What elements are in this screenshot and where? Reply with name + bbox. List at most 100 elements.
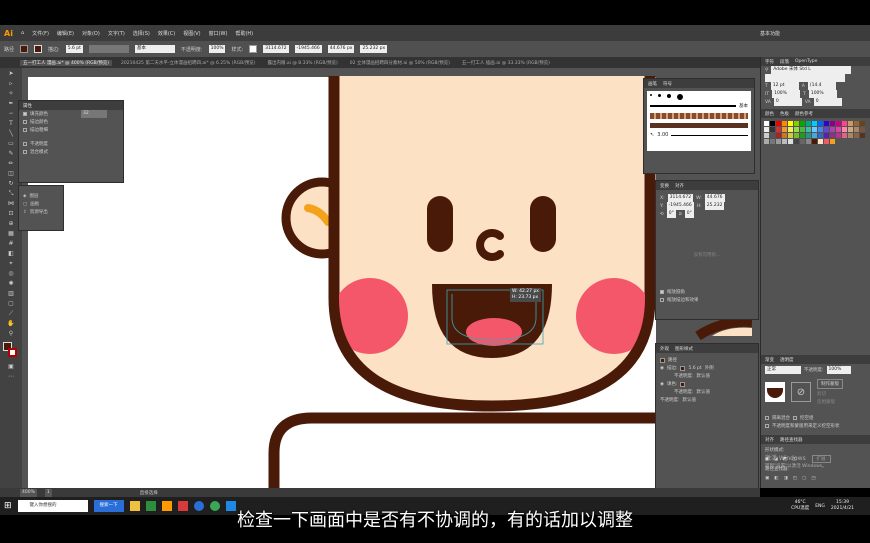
checkbox[interactable]	[23, 150, 27, 154]
color-swatch[interactable]	[800, 139, 805, 144]
color-swatch[interactable]	[782, 133, 787, 138]
brush-swatch[interactable]	[667, 94, 671, 98]
gradient-tool-icon[interactable]: ◧	[3, 249, 19, 258]
menu-item-view[interactable]: 视图(V)	[183, 30, 200, 37]
rotate-field[interactable]: 0°	[666, 210, 676, 218]
minus-back-icon[interactable]: ◳	[811, 476, 815, 481]
menu-item-edit[interactable]: 编辑(E)	[57, 30, 74, 37]
rotate-tool-icon[interactable]: ↻	[3, 179, 19, 188]
width-field[interactable]: 44.676 px	[327, 45, 355, 53]
invert-mask-label[interactable]: 反相蒙版	[817, 399, 843, 405]
no-mask-icon[interactable]: ⊘	[791, 382, 811, 402]
color-swatch[interactable]	[830, 127, 835, 132]
color-swatch[interactable]	[776, 121, 781, 126]
tab-transparency[interactable]: 透明度	[780, 357, 794, 363]
clip-checkbox-label[interactable]: 剪切	[817, 391, 843, 397]
transparency-opacity-field[interactable]: 100%	[826, 366, 851, 374]
blend-tool-icon[interactable]: ◎	[3, 269, 19, 278]
tab-color-guide[interactable]: 颜色参考	[795, 111, 813, 117]
checkbox[interactable]	[793, 416, 797, 420]
color-swatch[interactable]	[764, 127, 769, 132]
make-mask-button[interactable]: 制作蒙版	[817, 379, 843, 389]
checkbox[interactable]	[660, 298, 664, 302]
color-swatch[interactable]	[818, 139, 823, 144]
tab-graphic-styles[interactable]: 图形样式	[675, 346, 693, 352]
menu-item-select[interactable]: 选择(S)	[133, 30, 150, 37]
color-swatch[interactable]	[860, 121, 865, 126]
horizontal-scale-field[interactable]: 100%	[808, 90, 837, 98]
scale-strokes-row[interactable]: 缩放描边和效果	[656, 296, 758, 304]
menu-item-object[interactable]: 对象(O)	[82, 30, 100, 37]
tab-transform[interactable]: 变换	[660, 183, 669, 189]
home-icon[interactable]: ⌂	[21, 30, 24, 36]
transform-h-field[interactable]: 25.232	[704, 202, 725, 210]
graph-tool-icon[interactable]: ▥	[3, 289, 19, 298]
rectangle-tool-icon[interactable]: ▭	[3, 139, 19, 148]
edit-toolbar-icon[interactable]: ⋯	[3, 372, 19, 381]
visibility-eye-icon[interactable]: ◉	[660, 382, 664, 387]
zoom-level-field[interactable]: 400%	[20, 488, 37, 497]
color-swatch[interactable]	[794, 139, 799, 144]
opacity-field[interactable]: 100%	[208, 45, 226, 53]
tab-character[interactable]: 字符	[765, 59, 774, 65]
outline-icon[interactable]: ▢	[802, 476, 806, 481]
brush-library[interactable]: 基本 ➷ 3.00	[647, 91, 751, 151]
artboard-tool-icon[interactable]: ▢	[3, 299, 19, 308]
scale-tool-icon[interactable]: ⤡	[3, 189, 19, 198]
menu-item-file[interactable]: 文件(F)	[32, 30, 49, 37]
color-swatch[interactable]	[788, 139, 793, 144]
width-tool-icon[interactable]: ⋈	[3, 199, 19, 208]
brush-swatch[interactable]	[658, 94, 661, 97]
color-swatch[interactable]	[794, 133, 799, 138]
object-thumbnail[interactable]	[765, 382, 785, 402]
x-field[interactable]: 3114.672	[263, 45, 289, 53]
tab-paragraph[interactable]: 段落	[780, 59, 789, 65]
color-swatch[interactable]	[818, 121, 823, 126]
color-swatch[interactable]	[782, 121, 787, 126]
appearance-fill-row[interactable]: ◉ 填色:	[656, 380, 758, 388]
color-swatch[interactable]	[830, 133, 835, 138]
right-eye[interactable]	[530, 196, 556, 252]
color-swatch[interactable]	[764, 133, 769, 138]
swatch-grid[interactable]	[764, 121, 867, 144]
paintbrush-tool-icon[interactable]: ✎	[3, 149, 19, 158]
tongue[interactable]	[466, 318, 522, 346]
variable-width-field[interactable]	[88, 45, 129, 53]
prop-value-field[interactable]: 32	[81, 110, 107, 118]
pencil-tool-icon[interactable]: ✏	[3, 159, 19, 168]
checkbox[interactable]	[660, 290, 664, 294]
zoom-tool-icon[interactable]: ⚲	[3, 329, 19, 338]
screen-mode-icon[interactable]: ▣	[3, 362, 19, 371]
curvature-tool-icon[interactable]: ∽	[3, 109, 19, 118]
brush-definition-field[interactable]: 基本	[134, 45, 175, 53]
basic-brush-row[interactable]: 基本	[647, 103, 751, 109]
tab-document-5[interactable]: 五一打工人 插画.ai @ 33.33% (RGB/预览)	[459, 60, 553, 66]
color-swatch[interactable]	[806, 127, 811, 132]
color-swatch[interactable]	[776, 133, 781, 138]
color-swatch[interactable]	[842, 133, 847, 138]
prop-row-stroke[interactable]: 描边颜色	[19, 118, 123, 126]
pen-tool-icon[interactable]: ✒	[3, 99, 19, 108]
eraser-tool-icon[interactable]: ◫	[3, 169, 19, 178]
color-swatch[interactable]	[776, 127, 781, 132]
left-eye[interactable]	[427, 196, 453, 252]
color-swatch[interactable]	[854, 133, 859, 138]
color-swatch[interactable]	[848, 121, 853, 126]
color-swatch[interactable]	[812, 121, 817, 126]
color-swatch[interactable]	[782, 139, 787, 144]
color-swatch[interactable]	[860, 133, 865, 138]
color-swatch[interactable]	[806, 121, 811, 126]
appearance-stroke-row[interactable]: ◉ 描边: 5.6 pt 外侧	[656, 364, 758, 372]
y-field[interactable]: -1945.466	[294, 45, 322, 53]
tab-gradient[interactable]: 渐变	[765, 357, 774, 363]
checkbox[interactable]	[23, 142, 27, 146]
prop-row-stroke-weight[interactable]: 描边粗细	[19, 126, 123, 134]
visibility-eye-icon[interactable]: ◉	[660, 366, 664, 371]
brush-swatch[interactable]	[650, 94, 652, 96]
color-swatch[interactable]	[836, 121, 841, 126]
color-swatch[interactable]	[824, 127, 829, 132]
swatches-grid[interactable]	[761, 118, 870, 147]
color-swatch[interactable]	[830, 139, 835, 144]
checkbox[interactable]	[765, 416, 769, 420]
tab-document-1[interactable]: 五一打工人 漫画.ai* @ 400% (RGB/预览)	[20, 59, 113, 66]
